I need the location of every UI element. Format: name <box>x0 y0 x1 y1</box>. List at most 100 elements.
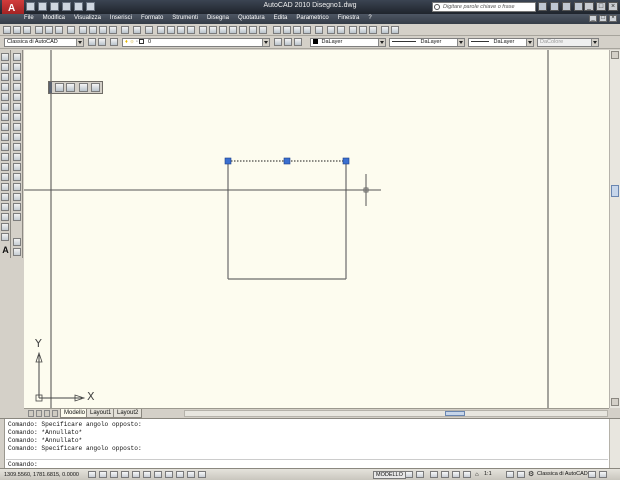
explode-icon[interactable] <box>13 213 21 221</box>
menu-parametrico[interactable]: Parametrico <box>296 15 328 21</box>
join-icon[interactable] <box>13 183 21 191</box>
copy-icon[interactable] <box>89 26 97 34</box>
draworder-front-icon[interactable] <box>13 248 21 256</box>
array-icon[interactable] <box>13 93 21 101</box>
insert-block-icon[interactable] <box>1 163 9 171</box>
scroll-up-button[interactable] <box>611 51 619 59</box>
dynamic-input-icon[interactable] <box>176 471 184 478</box>
command-window-grip[interactable] <box>0 419 5 469</box>
tab-layout1[interactable]: Layout1 <box>86 409 116 418</box>
zoom-status-icon[interactable] <box>441 471 449 478</box>
help-icon[interactable] <box>574 2 583 11</box>
maximize-button[interactable]: □ <box>596 2 606 11</box>
horizontal-scrollbar[interactable] <box>184 410 608 417</box>
open-file-icon[interactable] <box>13 26 21 34</box>
doc-close-button[interactable]: × <box>609 15 617 22</box>
subscription-icon[interactable] <box>538 2 547 11</box>
draworder-icon[interactable] <box>13 238 21 246</box>
float-tool-3-icon[interactable] <box>79 83 88 92</box>
drawing-area[interactable]: Y X <box>24 50 609 408</box>
grip-midpoint[interactable] <box>283 157 291 165</box>
float-tool-2-icon[interactable] <box>66 83 75 92</box>
tab-next-button[interactable] <box>44 410 50 417</box>
orbit-icon[interactable] <box>391 26 399 34</box>
menu-visualizza[interactable]: Visualizza <box>74 15 101 21</box>
clean-screen-icon[interactable] <box>599 471 607 478</box>
menu-file[interactable]: File <box>24 15 34 21</box>
text-tool-icon[interactable]: A <box>1 245 10 255</box>
vertical-scroll-thumb[interactable] <box>611 185 619 197</box>
view-front-icon[interactable] <box>327 26 335 34</box>
zoom-previous-icon[interactable] <box>187 26 195 34</box>
stretch-icon[interactable] <box>13 133 21 141</box>
linetype-dropdown[interactable]: DaLayer <box>389 38 465 47</box>
float-tool-1-icon[interactable] <box>55 83 64 92</box>
quick-view-drawings-icon[interactable] <box>416 471 424 478</box>
workspace-dropdown[interactable]: Classica di AutoCAD <box>4 38 84 47</box>
multileader-style-icon[interactable] <box>303 26 311 34</box>
move-icon[interactable] <box>13 103 21 111</box>
tab-prev-button[interactable] <box>36 410 42 417</box>
revision-cloud-icon[interactable] <box>1 123 9 131</box>
snap-mode-icon[interactable] <box>88 471 96 478</box>
float-tool-4-icon[interactable] <box>91 83 100 92</box>
pan-icon[interactable] <box>157 26 165 34</box>
zoom-realtime-icon[interactable] <box>167 26 175 34</box>
match-properties-icon[interactable] <box>109 26 117 34</box>
grid-display-icon[interactable] <box>99 471 107 478</box>
trim-icon[interactable] <box>13 143 21 151</box>
search-input[interactable]: Digitare parole chiave o frase <box>432 2 536 12</box>
break-at-point-icon[interactable] <box>13 163 21 171</box>
ellipse-arc-icon[interactable] <box>1 153 9 161</box>
print-preview-icon[interactable] <box>45 26 53 34</box>
menu-quotatura[interactable]: Quotatura <box>238 15 265 21</box>
erase-icon[interactable] <box>13 53 21 61</box>
object-snap-tracking-icon[interactable] <box>154 471 162 478</box>
lineweight-dropdown[interactable]: DaLayer <box>468 38 534 47</box>
doc-minimize-button[interactable]: _ <box>589 15 597 22</box>
undo-tool-icon[interactable] <box>133 26 141 34</box>
auto-scale-icon[interactable] <box>517 471 525 478</box>
polygon-icon[interactable] <box>1 83 9 91</box>
save-file-icon[interactable] <box>23 26 31 34</box>
arc-icon[interactable] <box>1 103 9 111</box>
coordinate-display[interactable]: 1309.5560, 1781.6815, 0.0000 <box>4 472 79 478</box>
polyline-icon[interactable] <box>1 73 9 81</box>
menu-inserisci[interactable]: Inserisci <box>110 15 132 21</box>
doc-restore-button[interactable]: □ <box>599 15 607 22</box>
quick-properties-icon[interactable] <box>198 471 206 478</box>
view-top-icon[interactable] <box>337 26 345 34</box>
design-center-icon[interactable] <box>209 26 217 34</box>
object-snap-icon[interactable] <box>132 471 140 478</box>
ortho-mode-icon[interactable] <box>110 471 118 478</box>
tab-last-button[interactable] <box>52 410 58 417</box>
redo-tool-icon[interactable] <box>145 26 153 34</box>
communication-icon[interactable] <box>550 2 559 11</box>
pan-status-icon[interactable] <box>430 471 438 478</box>
showmotion-icon[interactable] <box>463 471 471 478</box>
table-style-icon[interactable] <box>293 26 301 34</box>
multiline-text-icon[interactable] <box>1 233 9 241</box>
command-scrollbar[interactable] <box>609 419 620 469</box>
fillet-icon[interactable] <box>13 203 21 211</box>
vertical-scrollbar[interactable] <box>609 50 620 408</box>
workspace-switching-dropdown[interactable]: ⚙ Classica di AutoCAD <box>528 471 588 479</box>
make-block-icon[interactable] <box>1 173 9 181</box>
markup-icon[interactable] <box>239 26 247 34</box>
ucs-previous-icon[interactable] <box>369 26 377 34</box>
quick-view-layouts-icon[interactable] <box>405 471 413 478</box>
ucs-icon[interactable] <box>349 26 357 34</box>
model-space-button[interactable]: MODELLO <box>373 471 406 479</box>
print-icon[interactable] <box>35 26 43 34</box>
mirror-icon[interactable] <box>13 73 21 81</box>
layer-properties-icon[interactable] <box>110 38 118 46</box>
tool-palettes-icon[interactable] <box>219 26 227 34</box>
minimize-button[interactable]: _ <box>584 2 594 11</box>
polar-tracking-icon[interactable] <box>121 471 129 478</box>
close-button[interactable]: × <box>608 2 618 11</box>
qnew-icon[interactable] <box>3 26 11 34</box>
menu-help[interactable]: ? <box>368 15 371 21</box>
scale-icon[interactable] <box>13 123 21 131</box>
workspace-customize-icon[interactable] <box>98 38 106 46</box>
menu-strumenti[interactable]: Strumenti <box>172 15 198 21</box>
